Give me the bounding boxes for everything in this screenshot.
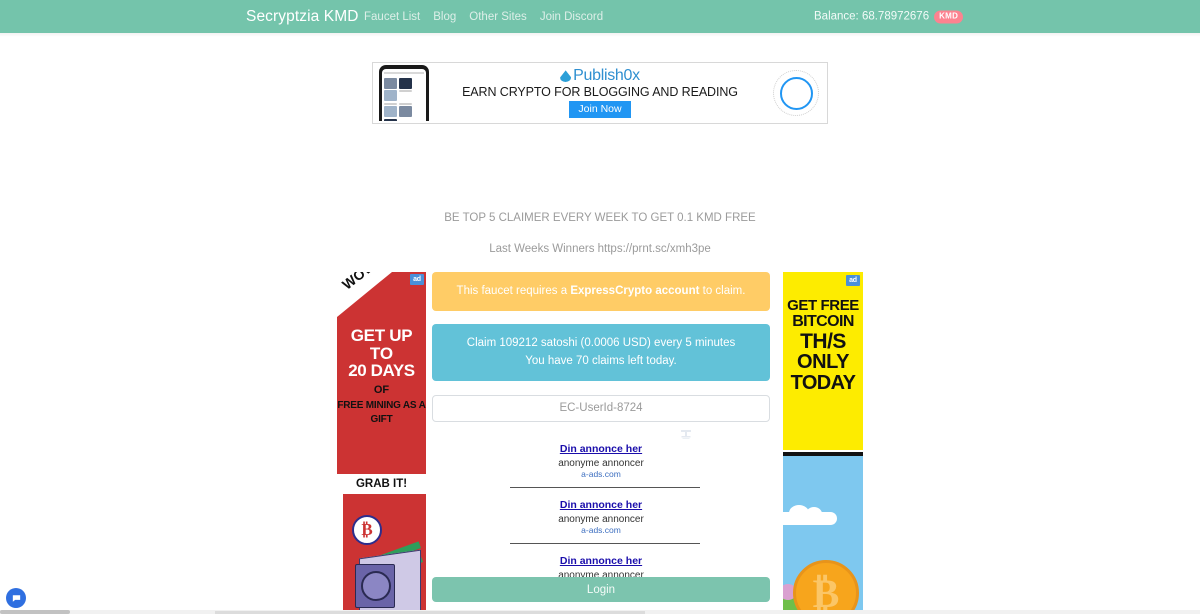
balance-label: Balance: 68.78972676 xyxy=(814,10,930,23)
aads-separator xyxy=(510,486,700,488)
right-ad-line-4: ONLY xyxy=(796,351,850,374)
left-ad-line-2: TO xyxy=(369,343,394,363)
aads-domain: a-ads.com xyxy=(581,524,621,535)
left-ad-top: WOW! ad GET UP TO 20 DAYS OF FREE MINING… xyxy=(337,272,426,474)
claim-info-alert: Claim 109212 satoshi (0.0006 USD) every … xyxy=(432,324,770,381)
aads-separator xyxy=(510,542,700,544)
balance-display: Balance: 68.78972676 KMD xyxy=(814,10,964,23)
right-ad-banner[interactable]: ad GET FREE BITCOIN TH/S ONLY TODAY ₿ xyxy=(783,272,863,614)
right-ad-yellow-panel: ad GET FREE BITCOIN TH/S ONLY TODAY xyxy=(783,272,863,450)
network-graphic xyxy=(765,63,827,123)
nav-item-faucet-list[interactable]: Faucet List xyxy=(364,11,420,23)
horizontal-scrollbar-thumb[interactable] xyxy=(0,610,70,614)
phone-body xyxy=(379,65,429,121)
publish0x-logo: Publish0x xyxy=(560,68,640,84)
aads-logo-icon xyxy=(681,429,691,439)
claim-rate-line: Claim 109212 satoshi (0.0006 USD) every … xyxy=(466,337,736,350)
aads-subtitle: anonyme annoncer xyxy=(558,513,644,525)
aads-widget: Din annonce her anonyme annoncer a-ads.c… xyxy=(432,429,770,596)
brand-title[interactable]: Secryptzia KMD xyxy=(246,8,359,26)
left-ad-copy: GET UP TO 20 DAYS OF FREE MINING AS A GI… xyxy=(337,327,426,426)
right-ad-line-3: TH/S xyxy=(800,329,846,353)
login-button[interactable]: Login xyxy=(432,577,770,602)
publish0x-logo-text: Publish0x xyxy=(573,67,640,85)
right-ad-line-5: TODAY xyxy=(790,371,856,394)
aads-link[interactable]: Din annonce her xyxy=(560,443,642,455)
warning-strong: ExpressCrypto account xyxy=(570,285,700,297)
bitcoin-coin-large-icon: ₿ xyxy=(793,560,859,614)
left-ad-line-3: 20 DAYS xyxy=(348,361,415,381)
left-ad-image: ₿ xyxy=(343,494,426,614)
chat-bubble-icon xyxy=(12,594,20,602)
navbar: Secryptzia KMD Faucet List Blog Other Si… xyxy=(0,0,1200,33)
right-ad-illustration: ₿ xyxy=(783,456,863,614)
ad-badge-icon: ad xyxy=(410,274,424,285)
left-ad-banner[interactable]: WOW! ad GET UP TO 20 DAYS OF FREE MINING… xyxy=(337,272,426,614)
phone-screen xyxy=(382,69,426,121)
water-drop-icon xyxy=(560,69,571,83)
network-ring-icon xyxy=(773,70,819,116)
left-ad-cta[interactable]: GRAB IT! xyxy=(337,476,426,492)
express-crypto-warning: This faucet requires a ExpressCrypto acc… xyxy=(432,272,770,312)
mining-rig-front xyxy=(355,564,395,608)
warning-suffix: to claim. xyxy=(699,285,746,297)
nav-item-other-sites[interactable]: Other Sites xyxy=(469,11,527,23)
aads-domain: a-ads.com xyxy=(581,468,621,479)
right-ad-copy: GET FREE BITCOIN TH/S ONLY TODAY xyxy=(783,298,863,393)
left-ad-of-text: OF xyxy=(373,384,390,397)
bitcoin-coin-icon: ₿ xyxy=(352,515,382,545)
mining-rig-fan-icon xyxy=(361,571,391,601)
right-ad-line-2: BITCOIN xyxy=(792,312,854,330)
claims-left-line: You have 70 claims left today. xyxy=(525,354,677,367)
cloud-icon xyxy=(783,505,837,525)
faucet-panel: This faucet requires a ExpressCrypto acc… xyxy=(432,272,770,596)
currency-badge: KMD xyxy=(934,10,964,23)
warning-prefix: This faucet requires a xyxy=(456,285,571,297)
right-ad-line-1: GET FREE xyxy=(787,297,859,314)
network-tiles xyxy=(779,76,813,110)
phone-mockup-image xyxy=(373,63,435,123)
page-root: Secryptzia KMD Faucet List Blog Other Si… xyxy=(0,0,1200,614)
chat-widget-button[interactable] xyxy=(6,588,26,608)
aads-subtitle: anonyme annoncer xyxy=(558,457,644,469)
nav-item-join-discord[interactable]: Join Discord xyxy=(540,11,603,23)
banner-tagline: EARN CRYPTO FOR BLOGGING AND READING xyxy=(462,85,738,100)
left-ad-line-1: GET UP xyxy=(350,326,413,345)
aads-item[interactable]: Din annonce her anonyme annoncer a-ads.c… xyxy=(432,435,770,484)
aads-link[interactable]: Din annonce her xyxy=(560,499,642,511)
navbar-shadow xyxy=(0,33,1200,37)
banner-copy: Publish0x EARN CRYPTO FOR BLOGGING AND R… xyxy=(435,63,765,123)
left-ad-line-4: FREE MINING AS A GIFT xyxy=(337,400,426,425)
promo-line-1: BE TOP 5 CLAIMER EVERY WEEK TO GET 0.1 K… xyxy=(444,212,756,224)
navbar-inner: Secryptzia KMD Faucet List Blog Other Si… xyxy=(0,0,1200,33)
nav-item-blog[interactable]: Blog xyxy=(433,11,456,23)
promo-line-2: Last Weeks Winners https://prnt.sc/xmh3p… xyxy=(489,243,711,255)
ec-userid-input[interactable] xyxy=(432,394,770,422)
ad-badge-icon: ad xyxy=(846,275,860,286)
aads-link[interactable]: Din annonce her xyxy=(560,555,642,567)
join-now-button[interactable]: Join Now xyxy=(569,101,631,118)
aads-item[interactable]: Din annonce her anonyme annoncer a-ads.c… xyxy=(432,491,770,540)
nav-links: Faucet List Blog Other Sites Join Discor… xyxy=(364,11,603,23)
publish0x-banner[interactable]: Publish0x EARN CRYPTO FOR BLOGGING AND R… xyxy=(372,62,828,124)
